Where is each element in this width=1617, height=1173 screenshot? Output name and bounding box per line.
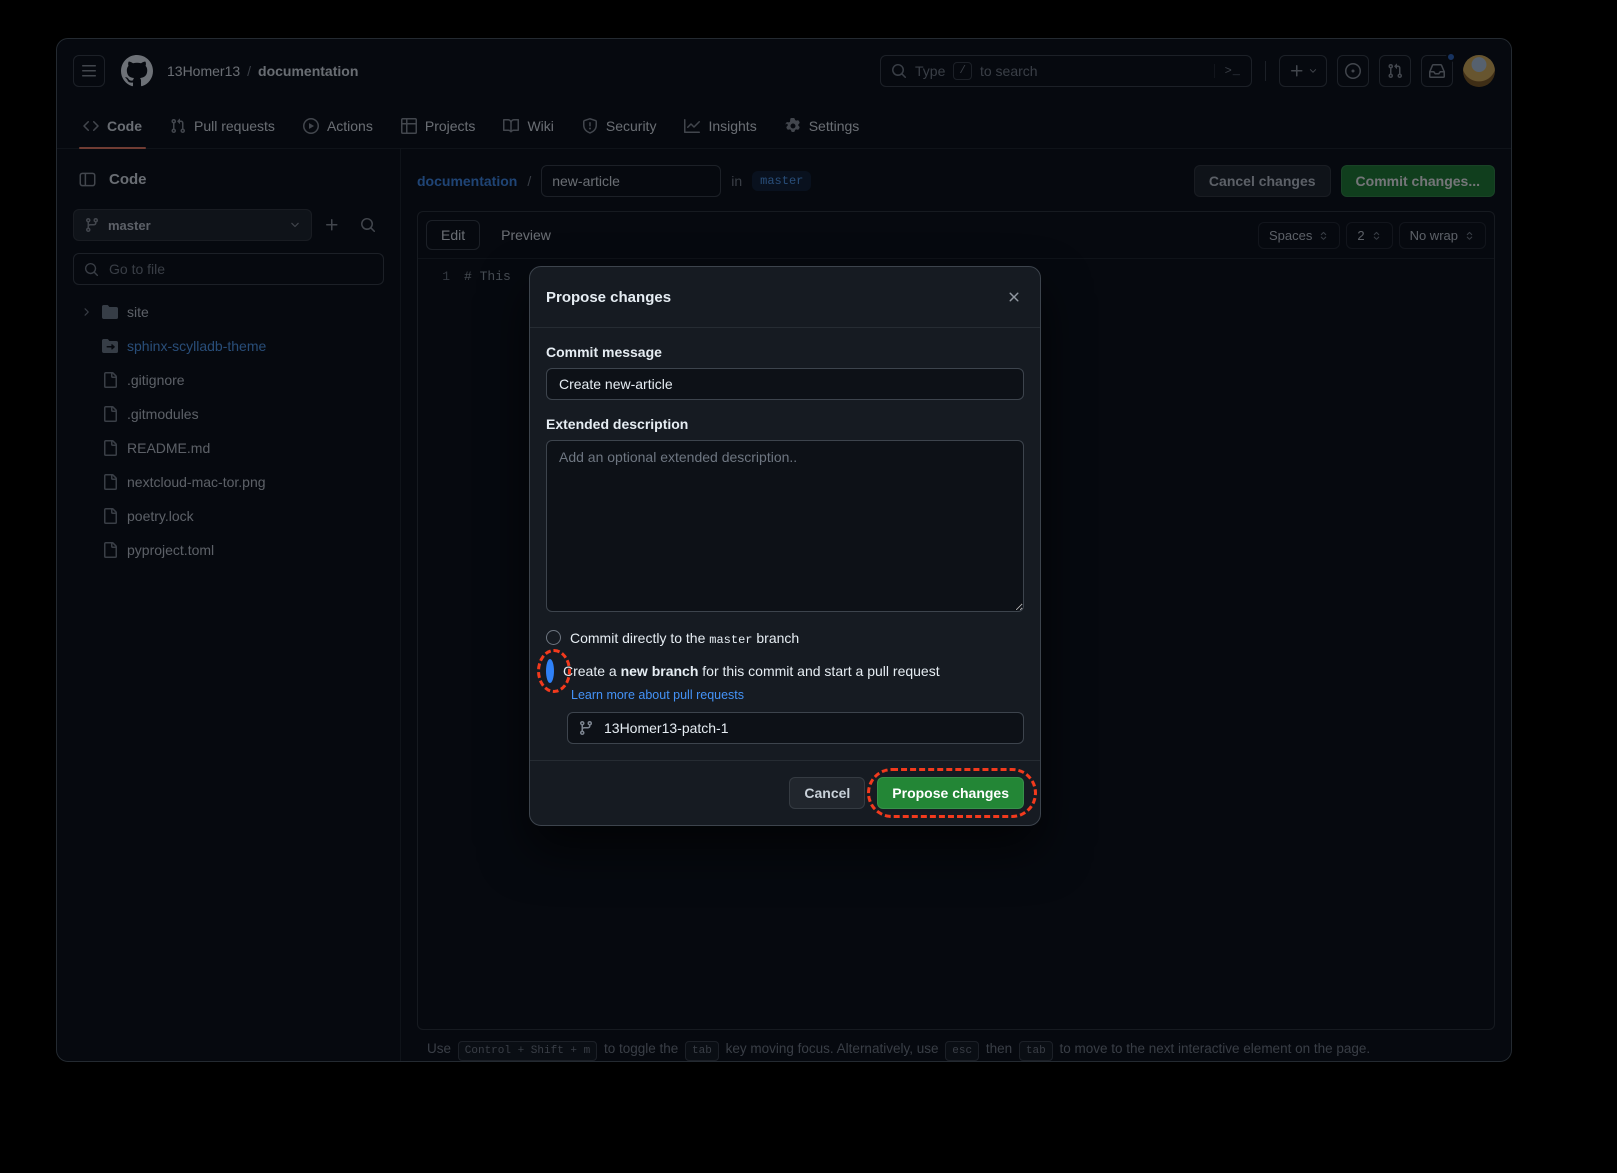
- propose-changes-dialog: Propose changes Commit message Extended …: [529, 266, 1041, 826]
- learn-more-link[interactable]: Learn more about pull requests: [571, 688, 744, 702]
- extended-description-textarea[interactable]: [546, 440, 1024, 612]
- dialog-header: Propose changes: [530, 267, 1040, 328]
- close-icon: [1006, 289, 1022, 305]
- git-branch-icon: [578, 720, 594, 736]
- radio-wrap: [546, 663, 554, 679]
- commit-direct-label: Commit directly to the master branch: [570, 628, 799, 651]
- new-branch-name-box: [567, 712, 1024, 744]
- dialog-footer: Cancel Propose changes: [530, 760, 1040, 825]
- dialog-title: Propose changes: [546, 289, 998, 306]
- label-text: Create a: [563, 663, 617, 679]
- dialog-body: Commit message Extended description Comm…: [530, 328, 1040, 760]
- propose-button-wrap: Propose changes: [877, 777, 1024, 809]
- close-dialog-button[interactable]: [998, 281, 1030, 313]
- label-text: branch: [756, 630, 799, 646]
- desktop: { "colors": { "accent_green": "#238636",…: [0, 0, 1617, 1173]
- propose-changes-button[interactable]: Propose changes: [877, 777, 1024, 809]
- label-text: Commit directly to the: [570, 630, 705, 646]
- label-text: for this commit and start a pull request: [702, 663, 939, 679]
- cancel-button[interactable]: Cancel: [789, 777, 865, 809]
- new-branch-name-input[interactable]: [602, 719, 1013, 737]
- create-branch-label: Create a new branch for this commit and …: [563, 661, 940, 682]
- radio-commit-direct[interactable]: [546, 630, 561, 645]
- label-bold-text: new branch: [621, 663, 699, 679]
- create-branch-option[interactable]: Create a new branch for this commit and …: [546, 661, 1024, 682]
- commit-message-input[interactable]: [546, 368, 1024, 400]
- branch-name-text: master: [709, 633, 752, 647]
- radio-create-branch[interactable]: [546, 659, 554, 683]
- commit-direct-option[interactable]: Commit directly to the master branch: [546, 628, 1024, 651]
- github-window: 13Homer13 / documentation Type / to sear…: [56, 38, 1512, 1062]
- commit-message-label: Commit message: [546, 344, 1024, 360]
- extended-description-label: Extended description: [546, 416, 1024, 432]
